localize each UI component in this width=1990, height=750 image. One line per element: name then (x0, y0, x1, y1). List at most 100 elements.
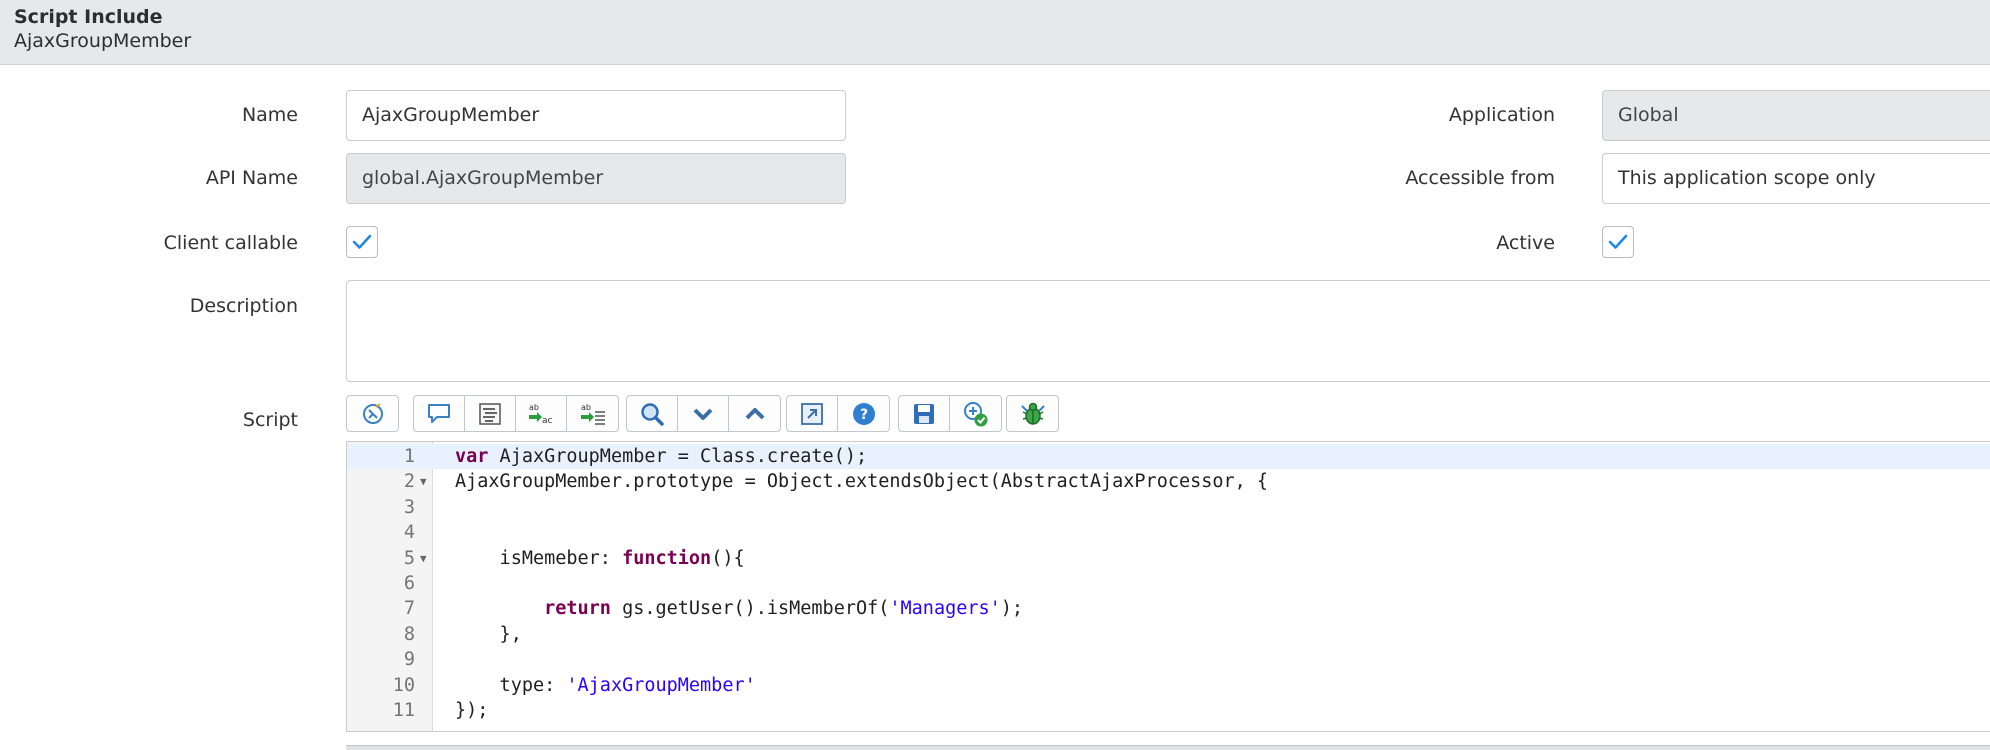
toolbar-group-save (898, 395, 1002, 432)
code-token: AjaxGroupMember.prototype = Object.exten… (455, 471, 1269, 493)
accessible-from-select[interactable]: This application scope only (1602, 153, 1990, 204)
description-label: Description (189, 295, 298, 317)
toggle-comment-button[interactable] (414, 396, 465, 431)
code-token: gs.getUser().isMemberOf( (610, 598, 890, 620)
code-string: 'Managers' (889, 598, 1001, 620)
api-name-label: API Name (205, 167, 298, 189)
code-text: isMemeber: function(){ (455, 546, 745, 571)
line-number: 6 (403, 573, 415, 594)
code-text: return gs.getUser().isMemberOf('Managers… (455, 596, 1023, 621)
code-token: ); (1000, 598, 1024, 620)
code-token: isMemeber: (455, 547, 623, 569)
code-token: }, (455, 623, 522, 645)
code-line: 10 type: 'AjaxGroupMember' (347, 673, 1990, 698)
active-checkbox[interactable] (1602, 226, 1634, 258)
line-number: 9 (403, 649, 415, 671)
description-textarea[interactable] (346, 280, 1990, 382)
name-input[interactable]: AjaxGroupMember (346, 90, 846, 141)
code-line: 6 (347, 571, 1990, 596)
insert-format-button[interactable] (465, 396, 516, 431)
api-name-field: global.AjaxGroupMember (346, 153, 846, 204)
code-token: }); (455, 700, 489, 721)
line-number: 11 (392, 700, 415, 721)
line-number: 3 (403, 496, 415, 518)
checkmark-icon (1608, 234, 1628, 249)
debug-button[interactable] (1007, 396, 1058, 431)
code-token: AjaxGroupMember = Class.create(); (488, 446, 868, 467)
code-line: 9 (347, 647, 1990, 672)
toolbar-group-view: ? (786, 395, 890, 432)
chevron-up-icon (745, 407, 764, 419)
svg-text:?: ? (859, 407, 867, 423)
line-number: 8 (403, 623, 415, 645)
record-header: Script Include AjaxGroupMember (0, 0, 1990, 65)
code-token: (){ (711, 547, 745, 569)
svg-text:ab: ab (581, 403, 591, 412)
format-block-icon (479, 402, 501, 425)
chevron-down-icon (693, 408, 713, 420)
replace-all-icon: ab (580, 403, 605, 425)
form-type-title: Script Include (14, 6, 163, 28)
find-next-button[interactable] (678, 396, 729, 431)
replace-all-button[interactable]: ab (567, 396, 618, 431)
client-callable-checkbox[interactable] (346, 226, 378, 258)
line-number: 10 (392, 674, 415, 696)
search-icon (641, 402, 664, 426)
code-text: type: 'AjaxGroupMember' (455, 673, 756, 698)
save-button[interactable] (899, 396, 950, 431)
checkmark-icon (352, 234, 372, 249)
code-string: 'AjaxGroupMember' (566, 674, 756, 696)
help-button[interactable]: ? (838, 396, 889, 431)
code-token: type: (455, 674, 567, 696)
active-label: Active (1496, 232, 1555, 254)
code-line: 3 (347, 495, 1990, 520)
line-number: 5 (403, 547, 415, 569)
format-code-button[interactable] (347, 396, 398, 431)
syntax-check-button[interactable] (950, 396, 1001, 431)
svg-text:ab: ab (529, 403, 539, 412)
code-line: 4 (347, 520, 1990, 545)
application-label: Application (1448, 104, 1555, 126)
line-number: 7 (403, 598, 415, 620)
toolbar-group-format (346, 395, 399, 432)
line-number: 4 (403, 522, 415, 544)
script-editor[interactable]: 1 var AjaxGroupMember = Class.create(); 2 ▼… (346, 441, 1990, 732)
code-line: 7 return gs.getUser().isMemberOf('Manage… (347, 596, 1990, 621)
toolbar-group-debug (1006, 395, 1059, 432)
code-line: 1 var AjaxGroupMember = Class.create(); (347, 444, 1990, 470)
script-label: Script (242, 409, 298, 431)
save-icon (914, 403, 934, 424)
syntax-check-icon (963, 401, 987, 426)
record-name-subtitle: AjaxGroupMember (14, 30, 192, 52)
toolbar-group-search (626, 395, 781, 432)
fullscreen-icon (801, 402, 823, 425)
line-number: 1 (403, 446, 415, 467)
code-line: 8 }, (347, 622, 1990, 647)
name-label: Name (241, 104, 298, 126)
fold-arrow-icon[interactable]: ▼ (420, 469, 427, 494)
accessible-from-label: Accessible from (1405, 167, 1555, 189)
client-callable-label: Client callable (163, 232, 298, 254)
format-code-icon (362, 402, 383, 424)
line-number: 2 (403, 471, 415, 493)
fold-arrow-icon[interactable]: ▼ (420, 546, 427, 571)
code-line: 5 ▼ isMemeber: function(){ (347, 546, 1990, 571)
editor-bottom-bar (346, 745, 1990, 750)
search-button[interactable] (627, 396, 678, 431)
svg-text:ac: ac (542, 416, 553, 426)
toolbar-group-edit: ab ac ab (413, 395, 619, 432)
replace-icon: ab ac (529, 403, 553, 426)
code-text: }); (455, 698, 488, 723)
find-previous-button[interactable] (729, 396, 780, 431)
help-icon: ? (852, 402, 875, 425)
fullscreen-button[interactable] (787, 396, 838, 431)
code-keyword: var (455, 446, 489, 467)
code-line: 2 ▼ AjaxGroupMember.prototype = Object.ext… (347, 469, 1990, 494)
replace-button[interactable]: ab ac (516, 396, 567, 431)
code-keyword: function (622, 547, 712, 569)
bug-icon (1020, 402, 1045, 425)
code-keyword: return (544, 598, 611, 620)
code-text: var AjaxGroupMember = Class.create(); (455, 444, 867, 469)
code-line: 11}); (347, 698, 1990, 723)
